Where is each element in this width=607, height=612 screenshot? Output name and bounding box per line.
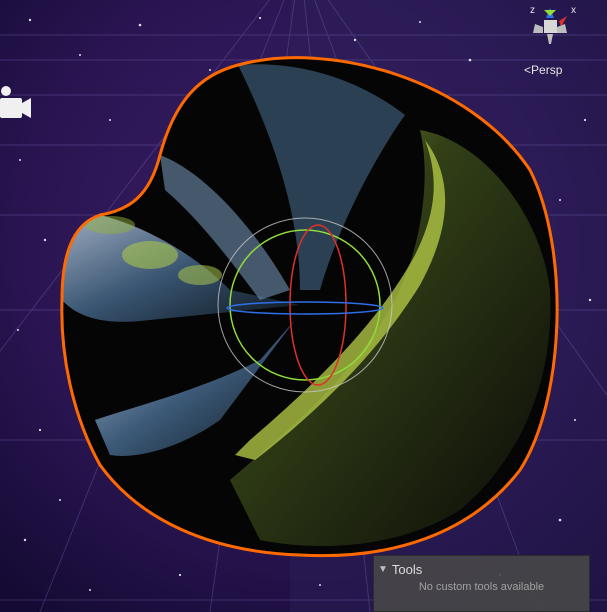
- tools-panel-header[interactable]: ▼ Tools: [378, 561, 422, 577]
- chevron-left-icon: <: [524, 63, 532, 77]
- axis-label-z: z: [530, 5, 535, 16]
- tools-panel-title: Tools: [391, 561, 423, 577]
- tools-panel: ▼ Tools No custom tools available: [373, 555, 590, 612]
- scene-camera-icon[interactable]: [0, 86, 32, 120]
- projection-toggle[interactable]: <Persp: [524, 63, 562, 77]
- tools-empty-message: No custom tools available: [418, 581, 545, 593]
- projection-label: Persp: [531, 63, 563, 77]
- scene-view[interactable]: z x <Persp: [0, 0, 607, 612]
- foldout-arrow-icon[interactable]: ▼: [378, 564, 388, 575]
- axis-label-x: x: [571, 5, 576, 16]
- orientation-gizmo-icon[interactable]: z x: [515, 0, 585, 60]
